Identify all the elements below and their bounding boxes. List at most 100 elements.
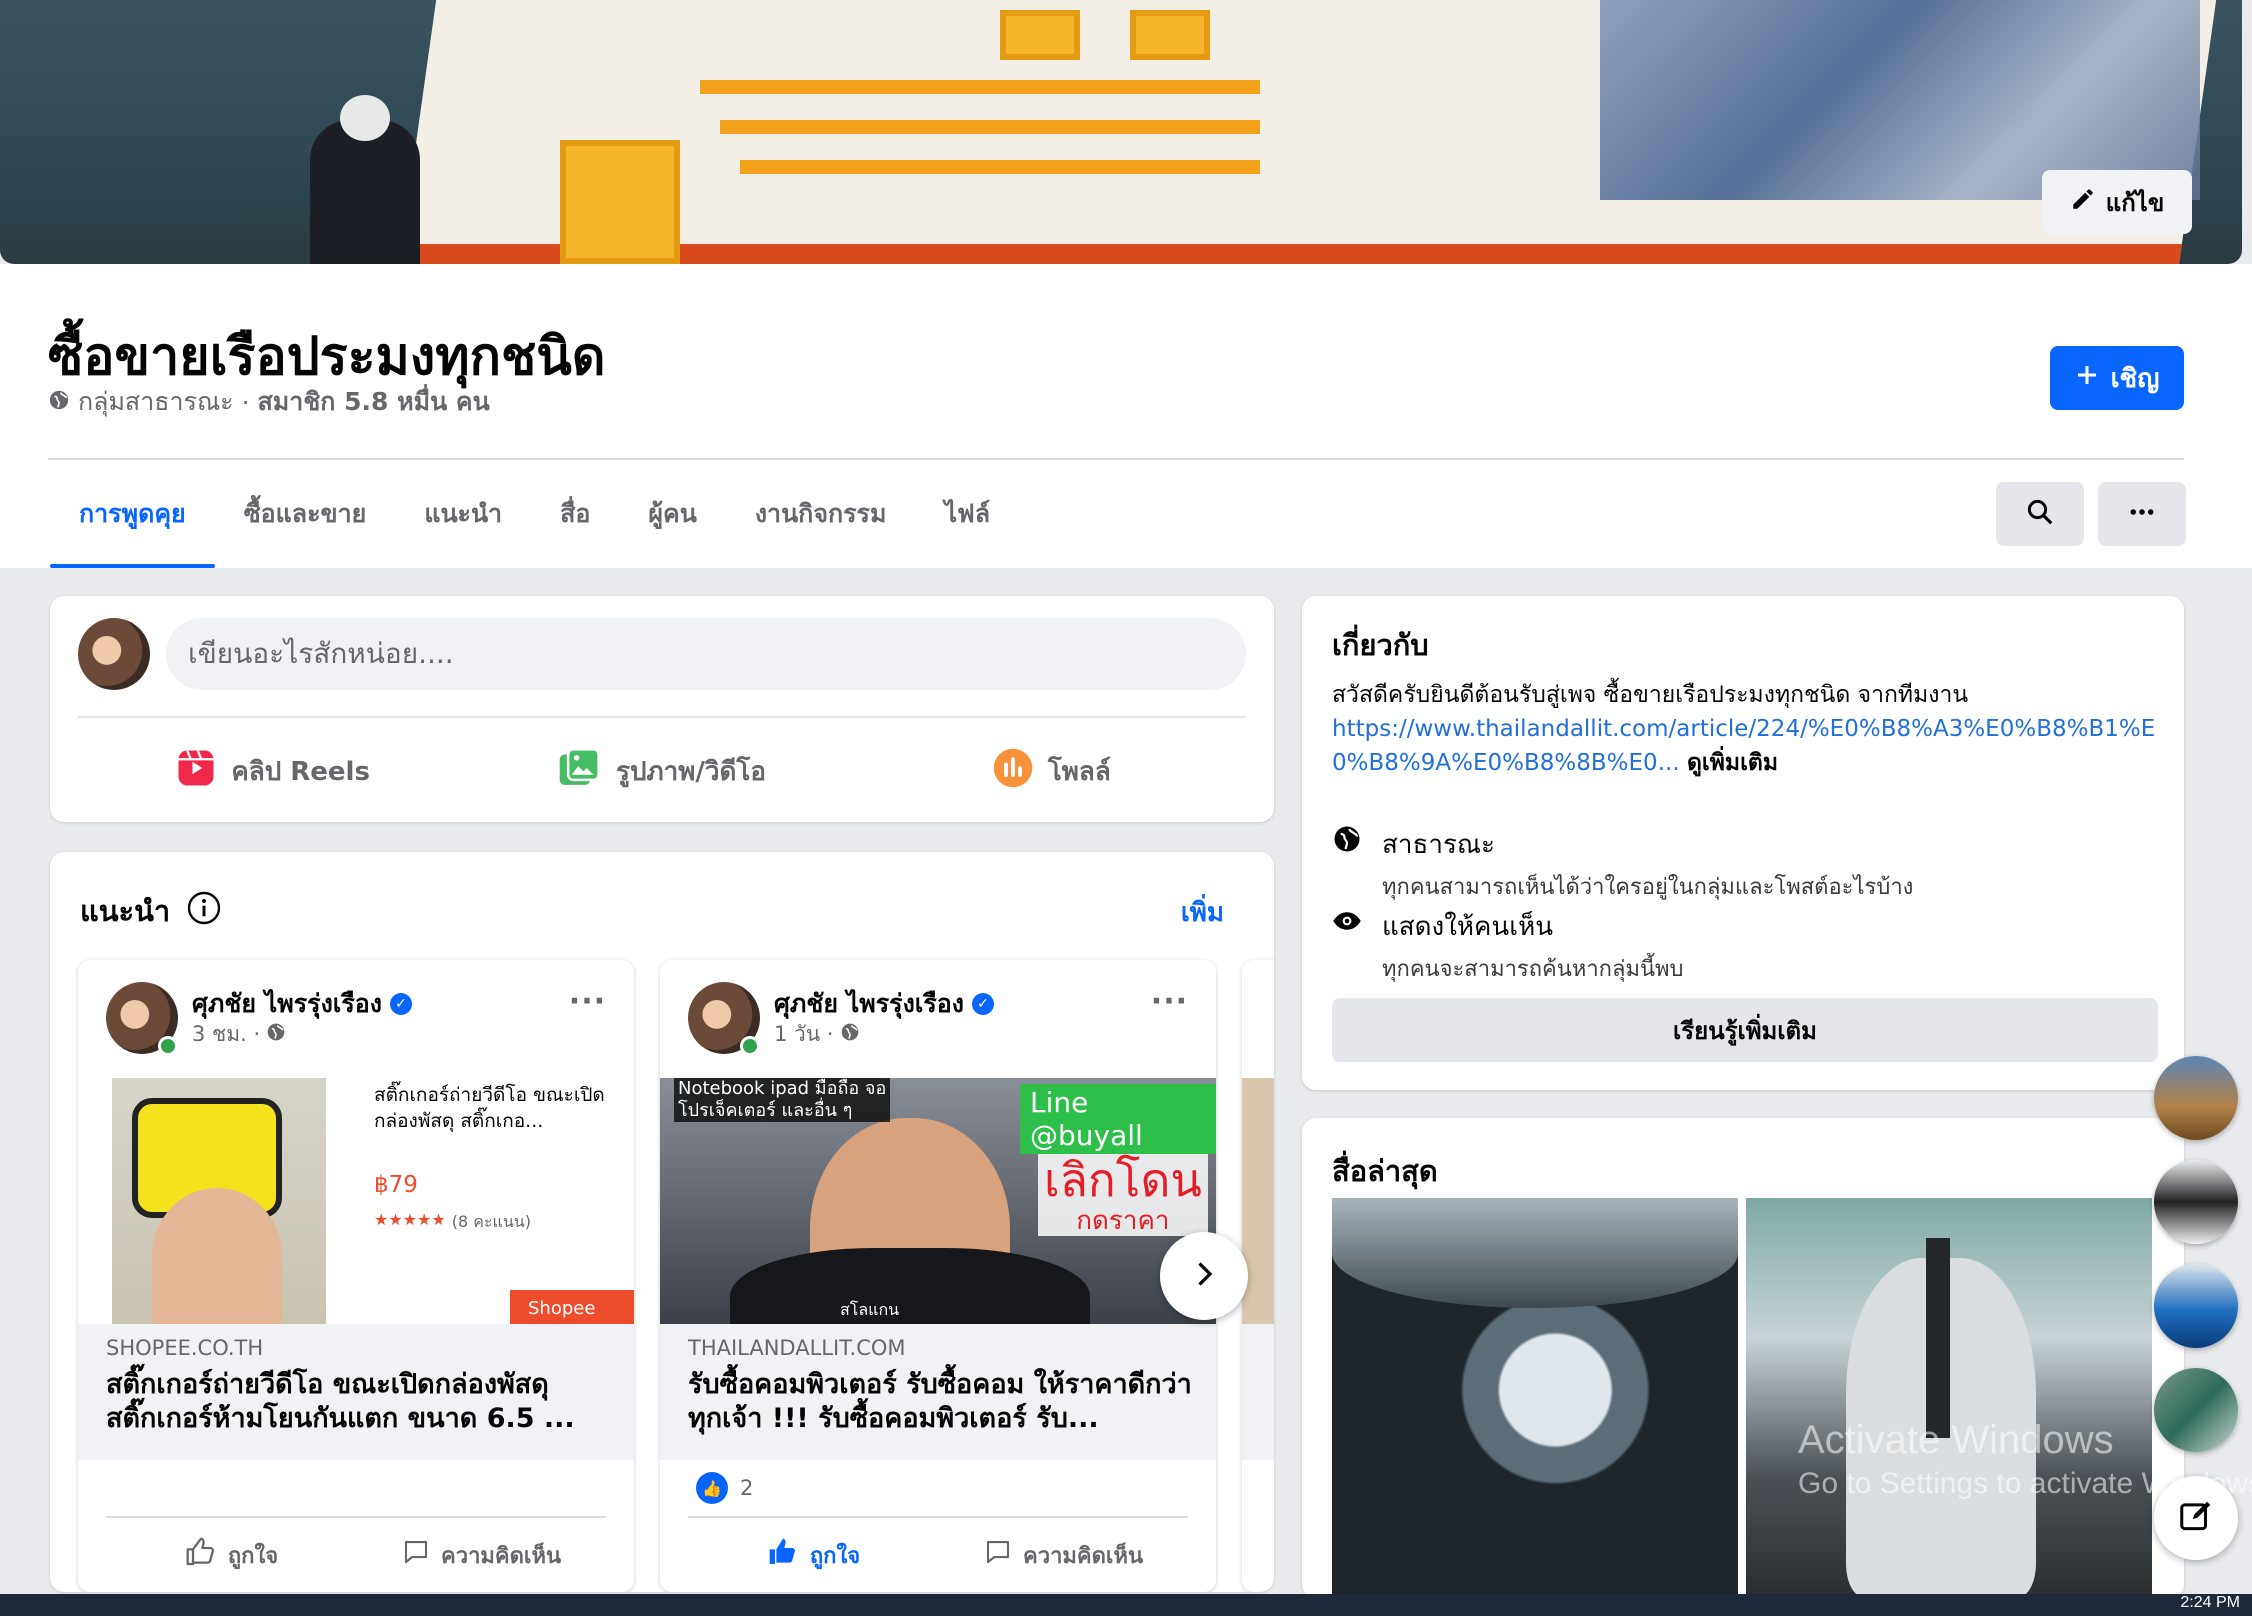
overlay-line-id: Line @buyall bbox=[1020, 1084, 1216, 1154]
poll-button[interactable]: โพลล์ bbox=[857, 736, 1246, 806]
composer-actions: คลิป Reels รูปภาพ/วิดีโอ โพลล์ bbox=[78, 736, 1246, 806]
like-button[interactable]: ถูกใจ bbox=[688, 1526, 938, 1584]
watermark-line1: Activate Windows bbox=[1798, 1418, 2114, 1462]
composer-input[interactable]: เขียนอะไรสักหน่อย.... bbox=[166, 618, 1246, 690]
photo-video-label: รูปภาพ/วิดีโอ bbox=[616, 756, 766, 787]
post-reactions[interactable]: 👍 2 bbox=[696, 1472, 753, 1504]
post-composer: เขียนอะไรสักหน่อย.... คลิป Reels รูปภาพ/… bbox=[50, 596, 1274, 822]
compose-icon bbox=[2177, 1497, 2215, 1539]
more-dots-icon bbox=[2127, 497, 2157, 531]
chat-head-avatar[interactable] bbox=[2154, 1160, 2238, 1244]
cover-boat-box bbox=[560, 140, 680, 264]
chevron-right-icon bbox=[1186, 1256, 1222, 1296]
os-taskbar[interactable]: 2:24 PM bbox=[0, 1594, 2252, 1616]
reaction-count: 2 bbox=[740, 1476, 754, 1500]
product-image bbox=[112, 1078, 326, 1324]
about-title: เกี่ยวกับ bbox=[1332, 628, 1429, 662]
post-media[interactable]: สติ๊กเกอร์ถ่ายวีดีโอ ขณะเปิดกล่องพัสดุ ส… bbox=[78, 1078, 634, 1324]
learn-more-button[interactable]: เรียนรู้เพิ่มเติม bbox=[1332, 998, 2158, 1062]
meta-separator: · bbox=[241, 387, 250, 417]
visible-description: ทุกคนจะสามารถค้นหากลุ่มนี้พบ bbox=[1382, 957, 1684, 982]
tab-buy-sell[interactable]: ซื้อและขาย bbox=[215, 460, 396, 568]
product-price: ฿79 bbox=[374, 1172, 418, 1198]
thumbs-up-icon bbox=[184, 1536, 218, 1574]
visible-title: แสดงให้คนเห็น bbox=[1382, 912, 1554, 942]
post-divider bbox=[106, 1516, 606, 1518]
group-meta: กลุ่มสาธารณะ · สมาชิก 5.8 หมื่น คน bbox=[48, 382, 490, 422]
comment-label: ความคิดเห็น bbox=[441, 1543, 561, 1569]
post-headline[interactable]: สติ๊กเกอร์ถ่ายวีดีโอ ขณะเปิดกล่องพัสดุ ส… bbox=[106, 1368, 616, 1436]
group-members[interactable]: สมาชิก 5.8 หมื่น คน bbox=[258, 382, 490, 422]
suggested-section: แนะนำ เพิ่ม ศุภชัย ไพรรุ่งเรือง ✓ 3 ชม. … bbox=[50, 852, 1274, 1592]
about-public: สาธารณะ ทุกคนสามารถเห็นได้ว่าใครอยู่ในกล… bbox=[1332, 824, 1913, 904]
carousel-next-button[interactable] bbox=[1160, 1232, 1248, 1320]
verified-badge-icon: ✓ bbox=[971, 993, 994, 1015]
tab-media[interactable]: สื่อ bbox=[531, 460, 619, 568]
tab-files[interactable]: ไฟล์ bbox=[915, 460, 1019, 568]
comment-button[interactable]: ความคิดเห็น bbox=[356, 1526, 606, 1584]
overlay-big-line2: กดราคา bbox=[1076, 1206, 1170, 1236]
cover-boat-box bbox=[1000, 10, 1080, 60]
overlay-bottom-text: สโลแกน bbox=[840, 1300, 900, 1319]
cover-stripe bbox=[740, 160, 1260, 174]
more-options-button[interactable] bbox=[2098, 482, 2186, 546]
suggested-post[interactable]: ศุภชัย ไพรรุ่งเรือง ✓ 3 ชม. · ··· สติ๊กเ… bbox=[78, 960, 634, 1592]
chat-head-avatar[interactable] bbox=[2154, 1056, 2238, 1140]
like-label: ถูกใจ bbox=[809, 1543, 861, 1569]
post-menu-button[interactable]: ··· bbox=[1151, 984, 1188, 1019]
rating-stars: ★★★★★ bbox=[374, 1210, 446, 1229]
like-button[interactable]: ถูกใจ bbox=[106, 1526, 356, 1584]
like-label: ถูกใจ bbox=[227, 1543, 279, 1569]
tab-discussion[interactable]: การพูดคุย bbox=[50, 460, 215, 568]
comment-icon bbox=[983, 1537, 1013, 1573]
post-menu-button[interactable]: ··· bbox=[569, 984, 606, 1019]
post-divider bbox=[688, 1516, 1188, 1518]
cover-person-head bbox=[340, 95, 390, 141]
avatar[interactable] bbox=[78, 618, 150, 690]
overlay-big-line1: เลิกโดน bbox=[1044, 1153, 1202, 1207]
search-button[interactable] bbox=[1996, 482, 2084, 546]
product-rating: ★★★★★ (8 คะแนน) bbox=[374, 1210, 531, 1235]
about-description: สวัสดีครับยินดีต้อนรับสู่เพจ ซื้อขายเรือ… bbox=[1332, 678, 2162, 780]
see-more-link[interactable]: ดูเพิ่มเติม bbox=[1687, 750, 1778, 776]
recent-media-section: สื่อล่าสุด bbox=[1302, 1118, 2184, 1598]
reels-button[interactable]: คลิป Reels bbox=[78, 736, 467, 806]
globe-icon bbox=[48, 388, 70, 417]
post-media[interactable]: Notebook ipad มือถือ จอ โปรเจ็คเตอร์ และ… bbox=[660, 1078, 1216, 1324]
post-domain: THAILANDALLIT.COM bbox=[688, 1336, 906, 1360]
suggested-more-link[interactable]: เพิ่ม bbox=[1181, 892, 1224, 933]
post-actions: ถูกใจ ความคิดเห็น bbox=[106, 1526, 606, 1584]
overlay-top-line1: Notebook ipad มือถือ จอ bbox=[678, 1078, 887, 1099]
poll-label: โพลล์ bbox=[1047, 756, 1111, 787]
post-time[interactable]: 3 ชม. · bbox=[192, 1018, 286, 1051]
taskbar-clock[interactable]: 2:24 PM bbox=[2180, 1594, 2240, 1612]
suggested-post[interactable]: ศุภชัย ไพรรุ่งเรือง ✓ 1 วัน · ··· Notebo… bbox=[660, 960, 1216, 1592]
dashboard-shape bbox=[1332, 1198, 1738, 1308]
chat-head-avatar[interactable] bbox=[2154, 1264, 2238, 1348]
tab-featured[interactable]: แนะนำ bbox=[395, 460, 531, 568]
post-time[interactable]: 1 วัน · bbox=[774, 1018, 860, 1051]
post-time-text: 1 วัน · bbox=[774, 1022, 834, 1046]
comment-button[interactable]: ความคิดเห็น bbox=[938, 1526, 1188, 1584]
group-header: ซื้อขายเรือประมงทุกชนิด กลุ่มสาธารณะ · ส… bbox=[0, 264, 2252, 568]
info-icon[interactable] bbox=[186, 890, 222, 933]
overlay-big-text: เลิกโดน กดราคา bbox=[1038, 1154, 1208, 1236]
suggested-title: แนะนำ bbox=[80, 888, 222, 934]
globe-icon bbox=[266, 1022, 286, 1047]
tab-people[interactable]: ผู้คน bbox=[619, 460, 725, 568]
edit-cover-button[interactable]: แก้ไข bbox=[2042, 170, 2192, 234]
pencil-icon bbox=[2070, 186, 2096, 218]
partial-post-link-area bbox=[1242, 1324, 1274, 1460]
comment-label: ความคิดเห็น bbox=[1023, 1543, 1143, 1569]
photo-video-button[interactable]: รูปภาพ/วิดีโอ bbox=[467, 736, 856, 806]
about-visible: แสดงให้คนเห็น ทุกคนจะสามารถค้นหากลุ่มนี้… bbox=[1332, 906, 1683, 986]
post-headline[interactable]: รับซื้อคอมพิวเตอร์ รับซื้อคอม ให้ราคาดีก… bbox=[688, 1368, 1198, 1436]
thumbs-up-filled-icon bbox=[766, 1536, 800, 1574]
globe-icon bbox=[840, 1022, 860, 1047]
tab-events[interactable]: งานกิจกรรม bbox=[726, 460, 916, 568]
group-privacy: กลุ่มสาธารณะ bbox=[78, 387, 234, 416]
online-indicator bbox=[158, 1036, 178, 1056]
media-photo[interactable] bbox=[1746, 1198, 2152, 1598]
invite-button[interactable]: เชิญ bbox=[2050, 346, 2184, 410]
media-photo[interactable] bbox=[1332, 1198, 1738, 1598]
